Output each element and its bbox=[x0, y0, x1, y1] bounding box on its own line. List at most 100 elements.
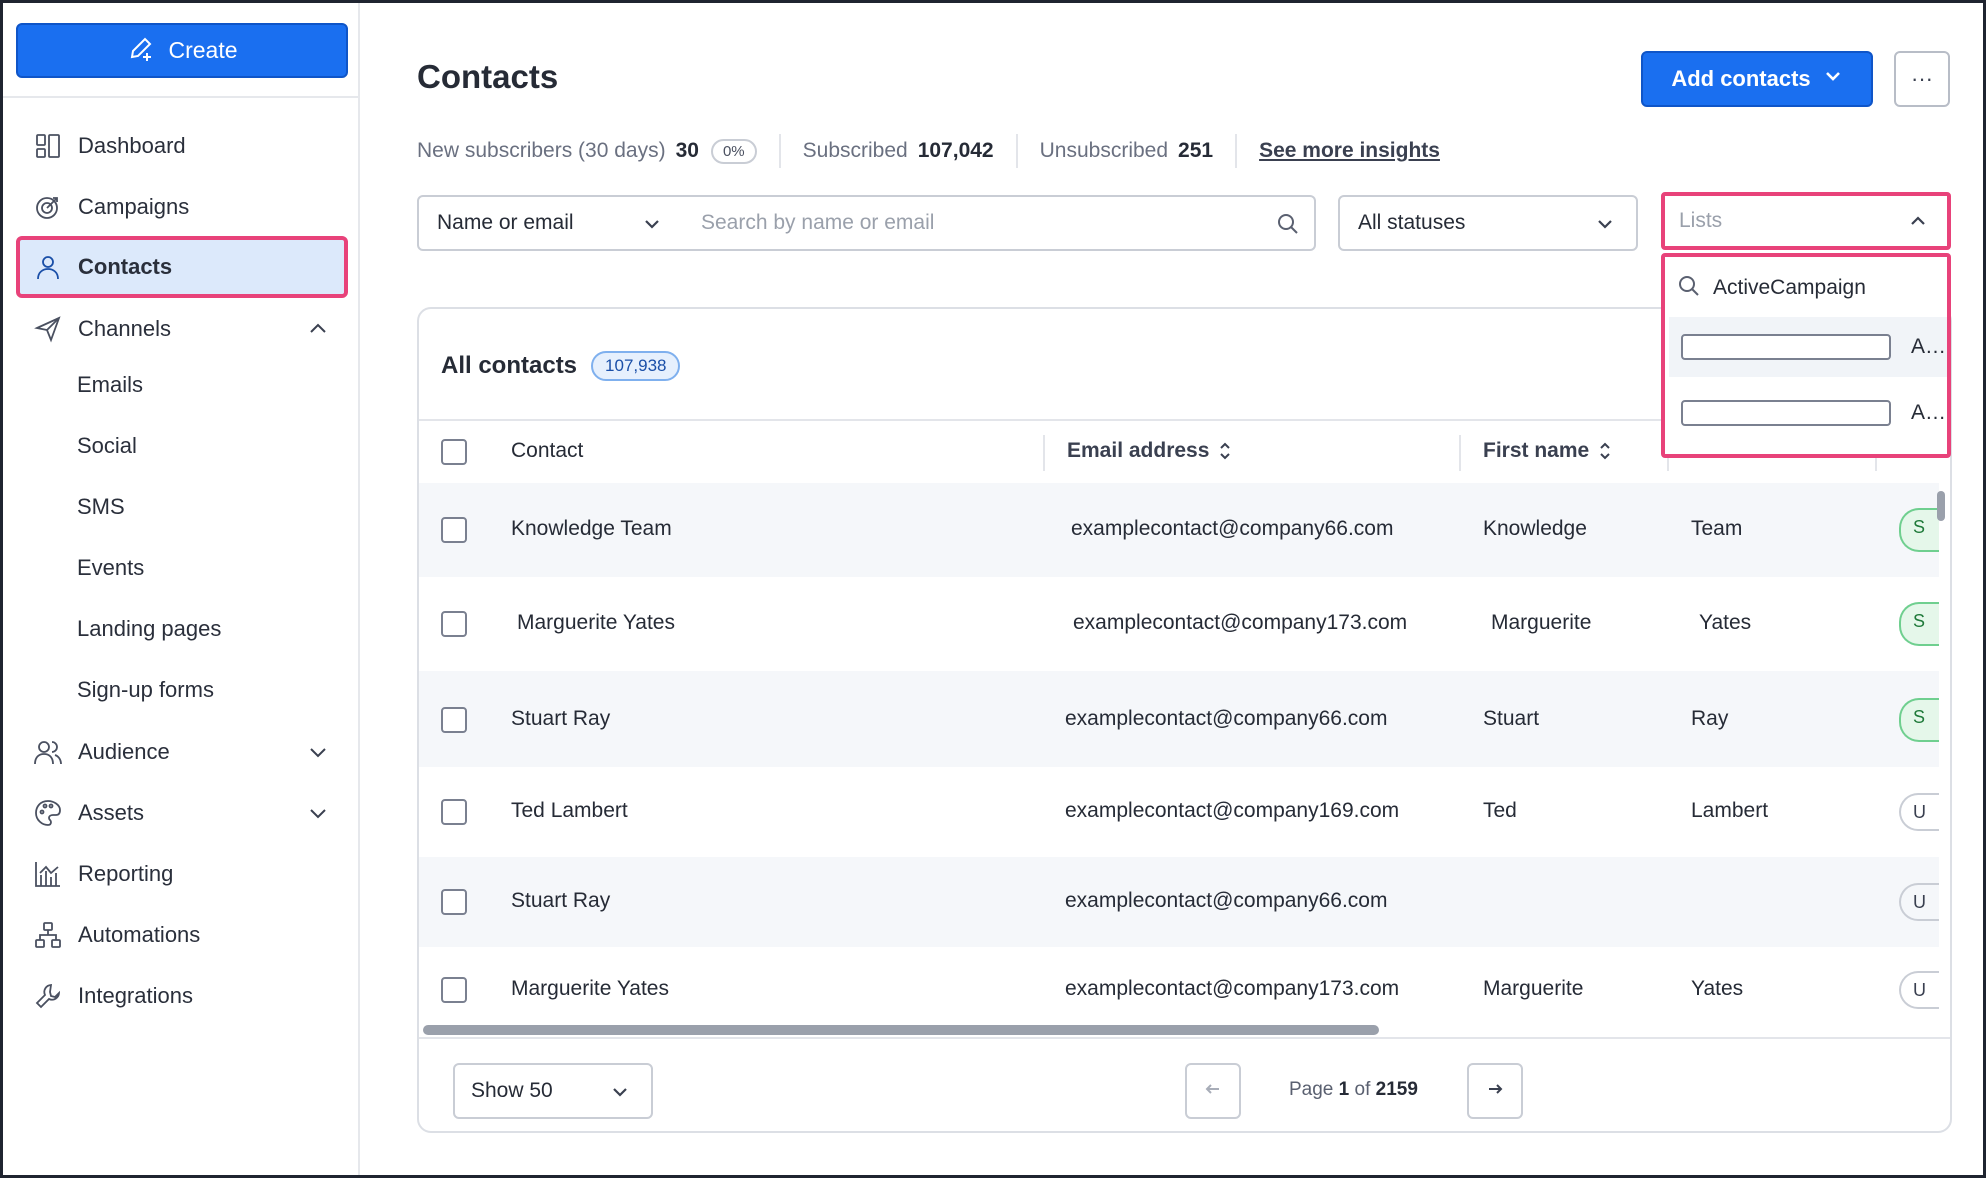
sidebar-item-assets[interactable]: Assets bbox=[16, 785, 348, 841]
lists-search-input[interactable] bbox=[1713, 276, 1923, 300]
app-window: Create Dashboard Campaigns Contacts Chan… bbox=[0, 0, 1986, 1178]
chevron-up-icon[interactable] bbox=[304, 315, 332, 343]
list-option[interactable]: ActiveCampaign ... bbox=[1669, 317, 1947, 377]
chevron-down-icon[interactable] bbox=[304, 738, 332, 766]
new-subscribers-label: New subscribers (30 days) bbox=[417, 139, 666, 162]
contact-name[interactable]: Marguerite Yates bbox=[511, 977, 669, 1001]
sidebar-item-integrations[interactable]: Integrations bbox=[16, 968, 348, 1024]
search-field bbox=[683, 195, 1316, 251]
row-checkbox[interactable] bbox=[441, 799, 467, 825]
sidebar-subitem-landing-pages[interactable]: Landing pages bbox=[77, 609, 221, 649]
column-header-label: Email address bbox=[1067, 439, 1210, 462]
user-icon bbox=[32, 251, 64, 283]
sidebar-item-campaigns[interactable]: Campaigns bbox=[16, 179, 348, 235]
list-option[interactable]: ActiveCampaign ... bbox=[1669, 383, 1947, 443]
contact-name[interactable]: Ted Lambert bbox=[511, 799, 628, 823]
page-of-label: of bbox=[1354, 1079, 1371, 1100]
sidebar-subitem-events[interactable]: Events bbox=[77, 548, 144, 588]
contact-last-name: Yates bbox=[1699, 611, 1752, 634]
see-more-insights-link[interactable]: See more insights bbox=[1259, 139, 1440, 163]
next-page-button[interactable] bbox=[1467, 1063, 1523, 1119]
horizontal-scrollbar[interactable] bbox=[419, 1017, 1950, 1039]
status-badge: S bbox=[1899, 602, 1939, 646]
contact-first-name: Knowledge bbox=[1483, 517, 1587, 540]
users-icon bbox=[32, 736, 64, 768]
sidebar-subitem-social[interactable]: Social bbox=[77, 426, 137, 466]
sidebar-subitem-signup-forms[interactable]: Sign-up forms bbox=[77, 670, 214, 710]
sidebar-item-channels[interactable]: Channels bbox=[16, 301, 348, 357]
sidebar-item-audience[interactable]: Audience bbox=[16, 724, 348, 780]
contacts-count-badge: 107,938 bbox=[591, 351, 681, 381]
contact-email: examplecontact@company169.com bbox=[1065, 799, 1400, 822]
chevron-down-icon bbox=[1823, 66, 1843, 92]
chevron-up-icon bbox=[1907, 210, 1929, 232]
page-total: 2159 bbox=[1375, 1079, 1418, 1100]
list-option-label: ActiveCampaign ... bbox=[1911, 335, 1947, 358]
column-header-email[interactable]: Email address bbox=[1067, 439, 1233, 463]
table-row[interactable]: Stuart Ray examplecontact@company66.com … bbox=[419, 857, 1939, 947]
sidebar-item-reporting[interactable]: Reporting bbox=[16, 846, 348, 902]
field-select[interactable]: Name or email bbox=[417, 195, 685, 251]
arrow-left-icon bbox=[1203, 1079, 1223, 1104]
field-select-value: Name or email bbox=[437, 211, 574, 234]
contact-email: examplecontact@company173.com bbox=[1073, 611, 1408, 634]
contact-name[interactable]: Marguerite Yates bbox=[517, 611, 675, 635]
row-checkbox[interactable] bbox=[441, 977, 467, 1003]
sidebar-item-label: Audience bbox=[78, 739, 170, 764]
create-button[interactable]: Create bbox=[16, 23, 348, 78]
contact-name[interactable]: Knowledge Team bbox=[511, 517, 672, 541]
table-row[interactable]: Stuart Ray examplecontact@company66.com … bbox=[419, 671, 1939, 767]
search-input[interactable] bbox=[701, 211, 1261, 235]
column-header-contact: Contact bbox=[511, 439, 584, 462]
sidebar-item-label: Contacts bbox=[78, 254, 173, 279]
row-checkbox[interactable] bbox=[441, 517, 467, 543]
table-row[interactable]: Marguerite Yates examplecontact@company1… bbox=[419, 577, 1939, 671]
sidebar-item-label: Channels bbox=[78, 316, 171, 341]
list-option-checkbox[interactable] bbox=[1681, 334, 1891, 360]
scrollbar-thumb[interactable] bbox=[423, 1025, 1379, 1035]
chevron-down-icon[interactable] bbox=[304, 799, 332, 827]
chevron-down-icon bbox=[641, 213, 663, 235]
chevron-down-icon bbox=[1594, 213, 1616, 235]
contact-name[interactable]: Stuart Ray bbox=[511, 707, 610, 731]
table-row[interactable]: Marguerite Yates examplecontact@company1… bbox=[419, 947, 1939, 1017]
add-contacts-button[interactable]: Add contacts bbox=[1641, 51, 1873, 107]
page-indicator: Page 1 of 2159 bbox=[1289, 1079, 1418, 1101]
row-checkbox[interactable] bbox=[441, 707, 467, 733]
column-divider bbox=[1043, 435, 1045, 471]
more-options-button[interactable]: ··· bbox=[1894, 51, 1950, 107]
table-row[interactable]: Knowledge Team examplecontact@company66.… bbox=[419, 483, 1939, 577]
sidebar-item-automations[interactable]: Automations bbox=[16, 907, 348, 963]
sidebar-item-label: Campaigns bbox=[78, 194, 190, 219]
sidebar-item-dashboard[interactable]: Dashboard bbox=[16, 118, 348, 174]
contact-last-name: Ray bbox=[1691, 707, 1729, 730]
status-badge: U bbox=[1899, 971, 1939, 1009]
search-icon[interactable] bbox=[1276, 212, 1300, 236]
row-checkbox[interactable] bbox=[441, 889, 467, 915]
table-row[interactable]: Ted Lambert examplecontact@company169.co… bbox=[419, 767, 1939, 857]
page-title: Contacts bbox=[417, 58, 559, 95]
scrollbar-thumb[interactable] bbox=[1937, 491, 1945, 521]
sidebar-subitem-emails[interactable]: Emails bbox=[77, 365, 143, 405]
sidebar-item-label: Automations bbox=[78, 922, 201, 947]
sort-icon bbox=[1220, 442, 1231, 460]
contact-name[interactable]: Stuart Ray bbox=[511, 889, 610, 913]
lists-select[interactable]: Lists bbox=[1661, 192, 1951, 250]
page-size-select[interactable]: Show 50 bbox=[453, 1063, 653, 1119]
bar-chart-icon bbox=[32, 858, 64, 890]
dashboard-icon bbox=[32, 130, 64, 162]
select-all-checkbox[interactable] bbox=[441, 439, 467, 465]
vertical-scrollbar[interactable] bbox=[1934, 483, 1948, 1083]
status-select[interactable]: All statuses bbox=[1338, 195, 1638, 251]
prev-page-button[interactable] bbox=[1185, 1063, 1241, 1119]
new-subscribers-pct-badge: 0% bbox=[710, 138, 757, 164]
list-option-checkbox[interactable] bbox=[1681, 400, 1891, 426]
lists-search bbox=[1677, 271, 1937, 305]
target-icon bbox=[32, 191, 64, 223]
page-size-value: Show 50 bbox=[471, 1079, 553, 1102]
row-checkbox[interactable] bbox=[441, 611, 467, 637]
sidebar-subitem-sms[interactable]: SMS bbox=[77, 487, 125, 527]
column-header-first-name[interactable]: First name bbox=[1483, 439, 1613, 463]
flow-icon bbox=[32, 919, 64, 951]
sidebar-item-contacts[interactable]: Contacts bbox=[16, 236, 348, 298]
